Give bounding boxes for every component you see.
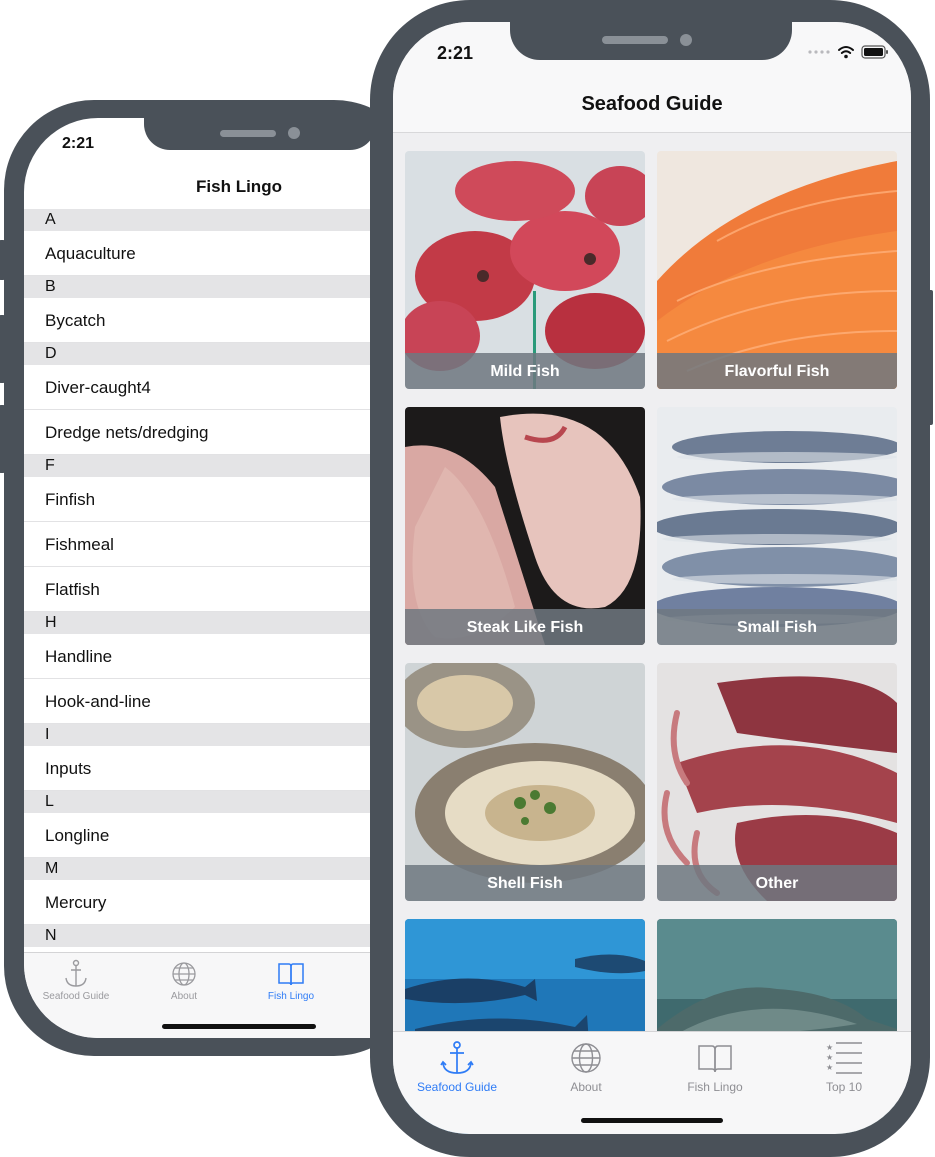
tab-label: Seafood Guide [416, 1080, 498, 1094]
globe-icon [172, 962, 196, 986]
tab-seafood-guide[interactable]: Seafood Guide [26, 959, 126, 1002]
svg-text:★: ★ [826, 1043, 833, 1052]
home-indicator[interactable] [162, 1024, 316, 1029]
tile-small-fish[interactable]: Small Fish [657, 407, 897, 645]
tile-other[interactable]: Other [657, 663, 897, 901]
seafood-guide-screen: 2:21 Seafood Guide Mild Fish Flavorful F… [393, 22, 911, 1134]
tab-about[interactable]: About [134, 959, 234, 1002]
tile-label: Small Fish [657, 609, 897, 645]
notch [510, 22, 792, 60]
camera-icon [680, 34, 692, 46]
tab-label: Fish Lingo [687, 1080, 743, 1094]
tab-about[interactable]: About [526, 1040, 646, 1094]
seafood-guide-phone: 2:21 Seafood Guide Mild Fish Flavorful F… [370, 0, 933, 1157]
tab-fish-lingo[interactable]: Fish Lingo [241, 959, 341, 1002]
svg-text:★: ★ [826, 1063, 833, 1072]
tab-top-10[interactable]: ★ ★ ★ Top 10 [784, 1040, 904, 1094]
volume-button [0, 315, 5, 383]
book-icon [698, 1045, 732, 1073]
tab-label: Fish Lingo [267, 991, 315, 1002]
page-title: Seafood Guide [581, 93, 723, 115]
tile-shell-fish[interactable]: Shell Fish [405, 663, 645, 901]
fish-lingo-phone: 2:21 Fish Lingo A Aquaculture B Bycatch … [0, 100, 444, 1056]
tile-label: Flavorful Fish [657, 353, 897, 389]
tab-fish-lingo[interactable]: Fish Lingo [655, 1040, 775, 1094]
svg-text:★: ★ [826, 1053, 833, 1062]
wifi-icon [838, 46, 854, 59]
book-icon [278, 963, 304, 986]
anchor-icon [440, 1041, 474, 1074]
tile-steak-like-fish[interactable]: Steak Like Fish [405, 407, 645, 645]
status-icons [807, 45, 889, 59]
tile-label: Steak Like Fish [405, 609, 645, 645]
battery-icon [861, 45, 888, 59]
tab-label: About [570, 1080, 602, 1094]
tab-label: Top 10 [825, 1080, 863, 1094]
notch [144, 118, 376, 150]
globe-icon [571, 1043, 601, 1073]
tab-seafood-guide[interactable]: Seafood Guide [397, 1040, 517, 1094]
tile-mild-fish[interactable]: Mild Fish [405, 151, 645, 389]
speaker [602, 36, 668, 44]
speaker [220, 130, 276, 137]
tile-flavorful-fish[interactable]: Flavorful Fish [657, 151, 897, 389]
camera-icon [288, 127, 300, 139]
tile-label: Mild Fish [405, 353, 645, 389]
status-time: 2:21 [437, 43, 474, 63]
volume-button [0, 405, 5, 473]
category-grid: Mild Fish Flavorful Fish Steak Like Fish… [393, 133, 911, 1134]
home-indicator[interactable] [581, 1118, 723, 1123]
tab-label: About [170, 991, 198, 1002]
ranked-list-icon: ★★★ [826, 1042, 862, 1074]
volume-button [0, 240, 5, 280]
tab-label: Seafood Guide [42, 991, 110, 1002]
signal-icon [808, 50, 830, 54]
tile-label: Other [657, 865, 897, 901]
anchor-icon [65, 959, 87, 987]
power-button [927, 290, 933, 425]
status-time: 2:21 [62, 135, 95, 152]
tile-label: Shell Fish [405, 865, 645, 901]
